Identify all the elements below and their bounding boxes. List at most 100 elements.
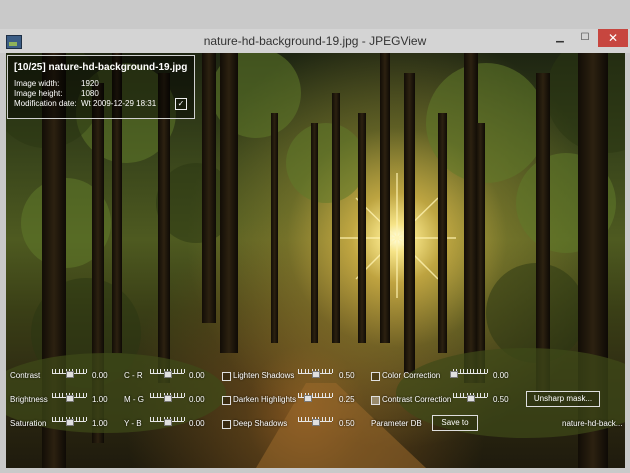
color-correction-slider[interactable] bbox=[450, 369, 488, 378]
slider-tick bbox=[75, 393, 77, 397]
slider-tick bbox=[476, 369, 478, 373]
slider-thumb[interactable] bbox=[66, 395, 74, 402]
slider-tick bbox=[86, 369, 87, 373]
slider-tick bbox=[184, 417, 185, 421]
slider-tick bbox=[315, 393, 316, 397]
save-to-button[interactable]: Save to bbox=[432, 415, 478, 431]
slider-thumb[interactable] bbox=[312, 419, 320, 426]
slider-tick bbox=[180, 417, 182, 421]
slider-tick bbox=[173, 369, 175, 373]
contrast-correction-value: 0.50 bbox=[493, 395, 509, 404]
darken-highlights-checkbox[interactable] bbox=[222, 396, 231, 405]
slider-tick bbox=[298, 369, 299, 373]
slider-tick bbox=[160, 417, 162, 421]
slider-tick bbox=[177, 393, 179, 397]
deep-shadows-label: Deep Shadows bbox=[233, 419, 288, 428]
slider-tick bbox=[58, 417, 60, 421]
image-width-label: Image width: bbox=[14, 79, 60, 88]
slider-thumb[interactable] bbox=[66, 419, 74, 426]
slider-tick bbox=[453, 393, 454, 397]
slider-tick bbox=[58, 393, 60, 397]
slider-tick bbox=[332, 369, 333, 373]
slider-tick bbox=[301, 393, 303, 397]
slider-tick bbox=[298, 417, 299, 421]
slider-tick bbox=[52, 393, 53, 397]
modification-date-label: Modification date: bbox=[14, 99, 77, 108]
slider-tick bbox=[62, 369, 64, 373]
current-filename-label: nature-hd-back... bbox=[562, 419, 623, 428]
close-button[interactable]: ✕ bbox=[598, 29, 628, 47]
y-b-slider[interactable] bbox=[150, 417, 185, 426]
c-r-slider[interactable] bbox=[150, 369, 185, 378]
slider-tick bbox=[150, 417, 151, 421]
darken-highlights-slider[interactable] bbox=[298, 393, 333, 402]
slider-thumb[interactable] bbox=[164, 371, 172, 378]
slider-tick bbox=[150, 369, 151, 373]
slider-tick bbox=[470, 369, 471, 373]
contrast-label: Contrast bbox=[10, 371, 41, 380]
saturation-slider[interactable] bbox=[52, 417, 87, 426]
deep-shadows-slider[interactable] bbox=[298, 417, 333, 426]
maximize-button[interactable]: ☐ bbox=[574, 29, 596, 47]
slider-thumb[interactable] bbox=[312, 371, 320, 378]
slider-tick bbox=[82, 369, 84, 373]
slider-tick bbox=[58, 369, 60, 373]
slider-tick bbox=[328, 417, 330, 421]
image-info-panel: [10/25] nature-hd-background-19.jpg Imag… bbox=[7, 55, 195, 119]
lighten-shadows-label: Lighten Shadows bbox=[233, 371, 295, 380]
contrast-correction-checkbox[interactable] bbox=[371, 396, 380, 405]
saturation-label: Saturation bbox=[10, 419, 47, 428]
contrast-correction-slider[interactable] bbox=[453, 393, 488, 402]
slider-tick bbox=[325, 417, 327, 421]
slider-tick bbox=[321, 369, 323, 373]
slider-tick bbox=[160, 393, 162, 397]
deep-shadows-checkbox[interactable] bbox=[222, 420, 231, 429]
slider-tick bbox=[328, 369, 330, 373]
slider-thumb[interactable] bbox=[450, 371, 458, 378]
slider-tick bbox=[311, 393, 313, 397]
slider-thumb[interactable] bbox=[66, 371, 74, 378]
slider-tick bbox=[463, 369, 465, 373]
color-correction-label: Color Correction bbox=[382, 371, 441, 380]
unsharp-mask-button[interactable]: Unsharp mask... bbox=[526, 391, 600, 407]
deep-shadows-value: 0.50 bbox=[339, 419, 355, 428]
slider-tick bbox=[298, 393, 299, 397]
slider-tick bbox=[463, 393, 465, 397]
c-r-label: C - R bbox=[124, 371, 143, 380]
brightness-slider[interactable] bbox=[52, 393, 87, 402]
window-title: nature-hd-background-19.jpg - JPEGView bbox=[203, 34, 427, 48]
darken-highlights-label: Darken Highlights bbox=[233, 395, 297, 404]
lighten-shadows-checkbox[interactable] bbox=[222, 372, 231, 381]
y-b-value: 0.00 bbox=[189, 419, 205, 428]
slider-tick bbox=[62, 417, 64, 421]
slider-thumb[interactable] bbox=[467, 395, 475, 402]
slider-tick bbox=[55, 417, 57, 421]
slider-thumb[interactable] bbox=[164, 395, 172, 402]
image-info-header: [10/25] nature-hd-background-19.jpg bbox=[14, 62, 188, 73]
slider-tick bbox=[473, 369, 475, 373]
info-panel-close-checkbox[interactable]: ✓ bbox=[175, 98, 187, 110]
slider-tick bbox=[301, 417, 303, 421]
slider-tick bbox=[150, 393, 151, 397]
slider-tick bbox=[75, 369, 77, 373]
slider-tick bbox=[483, 393, 485, 397]
y-b-label: Y - B bbox=[124, 419, 142, 428]
jpegview-window: nature-hd-background-19.jpg - JPEGView ▁… bbox=[0, 0, 630, 473]
darken-highlights-value: 0.25 bbox=[339, 395, 355, 404]
slider-tick bbox=[153, 393, 155, 397]
color-correction-checkbox[interactable] bbox=[371, 372, 380, 381]
slider-tick bbox=[79, 369, 81, 373]
image-height-value: 1080 bbox=[81, 89, 99, 98]
slider-tick bbox=[487, 393, 488, 397]
slider-thumb[interactable] bbox=[164, 419, 172, 426]
slider-tick bbox=[79, 417, 81, 421]
minimize-button[interactable]: ▁ bbox=[548, 29, 572, 47]
contrast-slider[interactable] bbox=[52, 369, 87, 378]
slider-tick bbox=[177, 417, 179, 421]
lighten-shadows-slider[interactable] bbox=[298, 369, 333, 378]
m-g-slider[interactable] bbox=[150, 393, 185, 402]
slider-thumb[interactable] bbox=[303, 395, 312, 402]
slider-tick bbox=[156, 417, 158, 421]
slider-tick bbox=[476, 393, 478, 397]
contrast-value: 0.00 bbox=[92, 371, 108, 380]
